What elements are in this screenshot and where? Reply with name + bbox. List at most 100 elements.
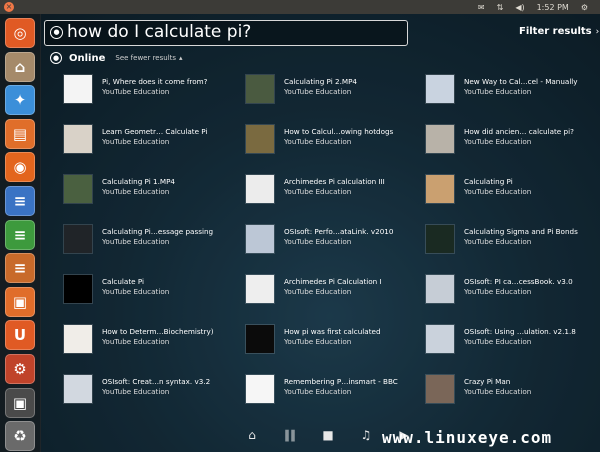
result-item[interactable]: OSIsoft: Creat…n syntax. v3.2 YouTube Edu… [64, 374, 244, 414]
impress-icon[interactable]: ≡ [5, 253, 35, 284]
result-title: Calculating Pi [464, 177, 513, 186]
result-item[interactable]: Crazy Pi Man YouTube Education [426, 374, 600, 414]
result-item[interactable]: Remembering P…insmart - BBC YouTube Educa… [246, 374, 426, 414]
result-item[interactable]: How did ancien… calculate pi? YouTube Edu… [426, 124, 600, 164]
result-item[interactable]: Archimedes Pi calculation III YouTube Edu… [246, 174, 426, 214]
result-source: YouTube Education [464, 237, 532, 246]
network-icon[interactable]: ⇅ [497, 3, 504, 12]
category-name: Online [69, 52, 106, 64]
chevron-right-icon: › [595, 27, 600, 37]
result-source: YouTube Education [464, 87, 532, 96]
filter-results-button[interactable]: Filter results › [519, 26, 599, 37]
search-icon: ● [50, 26, 63, 39]
result-source: YouTube Education [284, 287, 352, 296]
result-item[interactable]: Calculating Pi 1.MP4 YouTube Education [64, 174, 244, 214]
files-icon[interactable]: ▤ [5, 118, 35, 149]
category-header: ● Online See fewer results ▴ [50, 52, 183, 64]
result-item[interactable]: Learn Geometr… Calculate Pi YouTube Educa… [64, 124, 244, 164]
result-title: OSIsoft: PI ca…cessBook. v3.0 [464, 277, 573, 286]
volume-icon[interactable]: ◀) [515, 3, 524, 12]
clock[interactable]: 1:52 PM [537, 3, 569, 12]
result-title: Remembering P…insmart - BBC [284, 377, 398, 386]
result-source: YouTube Education [284, 137, 352, 146]
see-fewer-results-button[interactable]: See fewer results ▴ [115, 54, 182, 62]
result-title: Learn Geometr… Calculate Pi [102, 127, 208, 136]
video-thumbnail [246, 225, 274, 253]
result-title: OSIsoft: Creat…n syntax. v3.2 [102, 377, 211, 386]
result-item[interactable]: Calculating Sigma and Pi Bonds YouTube Ed… [426, 224, 600, 264]
video-thumbnail [246, 75, 274, 103]
result-item[interactable]: OSIsoft: Using …ulation. v2.1.8 YouTube E… [426, 324, 600, 364]
installer-icon[interactable]: ✦ [5, 85, 35, 116]
watermark: www.linuxeye.com [382, 428, 553, 447]
result-title: New Way to Cal…cel - Manually [464, 77, 578, 86]
video-thumbnail [64, 275, 92, 303]
result-title: How to Calcul…owing hotdogs [284, 127, 394, 136]
result-item[interactable]: OSIsoft: Perfo…ataLink. v2010 YouTube Edu… [246, 224, 426, 264]
files-lens-icon[interactable]: ■ [318, 428, 338, 442]
video-thumbnail [64, 75, 92, 103]
settings-icon[interactable]: ⚙ [581, 3, 588, 12]
result-item[interactable]: Calculating Pi 2.MP4 YouTube Education [246, 74, 426, 114]
online-category-icon: ● [50, 52, 62, 64]
result-source: YouTube Education [102, 337, 170, 346]
firefox-icon[interactable]: ◉ [5, 152, 35, 183]
result-item[interactable]: Archimedes Pi Calculation I YouTube Educa… [246, 274, 426, 314]
chevron-up-icon: ▴ [179, 54, 183, 62]
calc-icon[interactable]: ≡ [5, 219, 35, 250]
video-thumbnail [64, 125, 92, 153]
mail-icon[interactable]: ✉ [478, 3, 485, 12]
video-thumbnail [246, 275, 274, 303]
result-item[interactable]: Calculate Pi YouTube Education [64, 274, 244, 314]
result-source: YouTube Education [102, 87, 170, 96]
home-lens-icon[interactable]: ⌂ [242, 428, 262, 442]
writer-icon[interactable]: ≡ [5, 186, 35, 216]
trash-icon[interactable]: ♻ [5, 421, 35, 452]
result-source: YouTube Education [284, 87, 352, 96]
ubuntu-one-icon[interactable]: U [5, 320, 35, 351]
system-settings-icon[interactable]: ⚙ [5, 354, 35, 384]
top-panel: × ✉ ⇅ ◀) 1:52 PM ⚙ [0, 0, 600, 14]
video-thumbnail [246, 325, 274, 353]
search-input[interactable]: how do I calculate pi? [67, 22, 251, 42]
result-source: YouTube Education [102, 387, 170, 396]
result-source: YouTube Education [284, 237, 352, 246]
applications-lens-icon[interactable]: ∥∥ [280, 428, 300, 442]
result-title: Archimedes Pi calculation III [284, 177, 385, 186]
ubuntu-logo-icon[interactable]: ◎ [5, 18, 35, 48]
result-title: Calculating Sigma and Pi Bonds [464, 227, 578, 236]
result-item[interactable]: New Way to Cal…cel - Manually YouTube Edu… [426, 74, 600, 114]
result-title: Pi, Where does it come from? [102, 77, 208, 86]
music-lens-icon[interactable]: ♫ [356, 428, 376, 442]
result-title: Calculate Pi [102, 277, 145, 286]
software-center-icon[interactable]: ▣ [5, 286, 35, 317]
video-thumbnail [426, 275, 454, 303]
video-thumbnail [64, 225, 92, 253]
result-title: Calculating Pi 1.MP4 [102, 177, 175, 186]
result-item[interactable]: How to Calcul…owing hotdogs YouTube Educa… [246, 124, 426, 164]
result-source: YouTube Education [102, 187, 170, 196]
home-folder-icon[interactable]: ⌂ [5, 51, 35, 82]
video-thumbnail [64, 325, 92, 353]
result-item[interactable]: Calculating Pi…essage passing YouTube Edu… [64, 224, 244, 264]
result-item[interactable]: How to Determ…Biochemistry) YouTube Educa… [64, 324, 244, 364]
result-title: Calculating Pi 2.MP4 [284, 77, 357, 86]
video-thumbnail [246, 375, 274, 403]
video-thumbnail [426, 375, 454, 403]
video-thumbnail [426, 75, 454, 103]
result-source: YouTube Education [102, 137, 170, 146]
see-fewer-label: See fewer results [115, 54, 177, 62]
video-thumbnail [246, 175, 274, 203]
result-item[interactable]: OSIsoft: PI ca…cessBook. v3.0 YouTube Edu… [426, 274, 600, 314]
workspaces-icon[interactable]: ▣ [5, 387, 35, 418]
result-item[interactable]: How pi was first calculated YouTube Educa… [246, 324, 426, 364]
close-dash-button[interactable]: × [4, 2, 14, 12]
filter-results-label: Filter results [519, 26, 592, 37]
result-title: Calculating Pi…essage passing [102, 227, 214, 236]
result-item[interactable]: Pi, Where does it come from? YouTube Educ… [64, 74, 244, 114]
result-title: How to Determ…Biochemistry) [102, 327, 214, 336]
search-box[interactable]: ● how do I calculate pi? [44, 20, 408, 46]
result-title: Archimedes Pi Calculation I [284, 277, 382, 286]
launcher: ◎ ⌂ ✦ ▤ ◉ ≡ ≡ ≡ ▣ U ⚙ ▣ ♻ [0, 14, 41, 452]
result-item[interactable]: Calculating Pi YouTube Education [426, 174, 600, 214]
